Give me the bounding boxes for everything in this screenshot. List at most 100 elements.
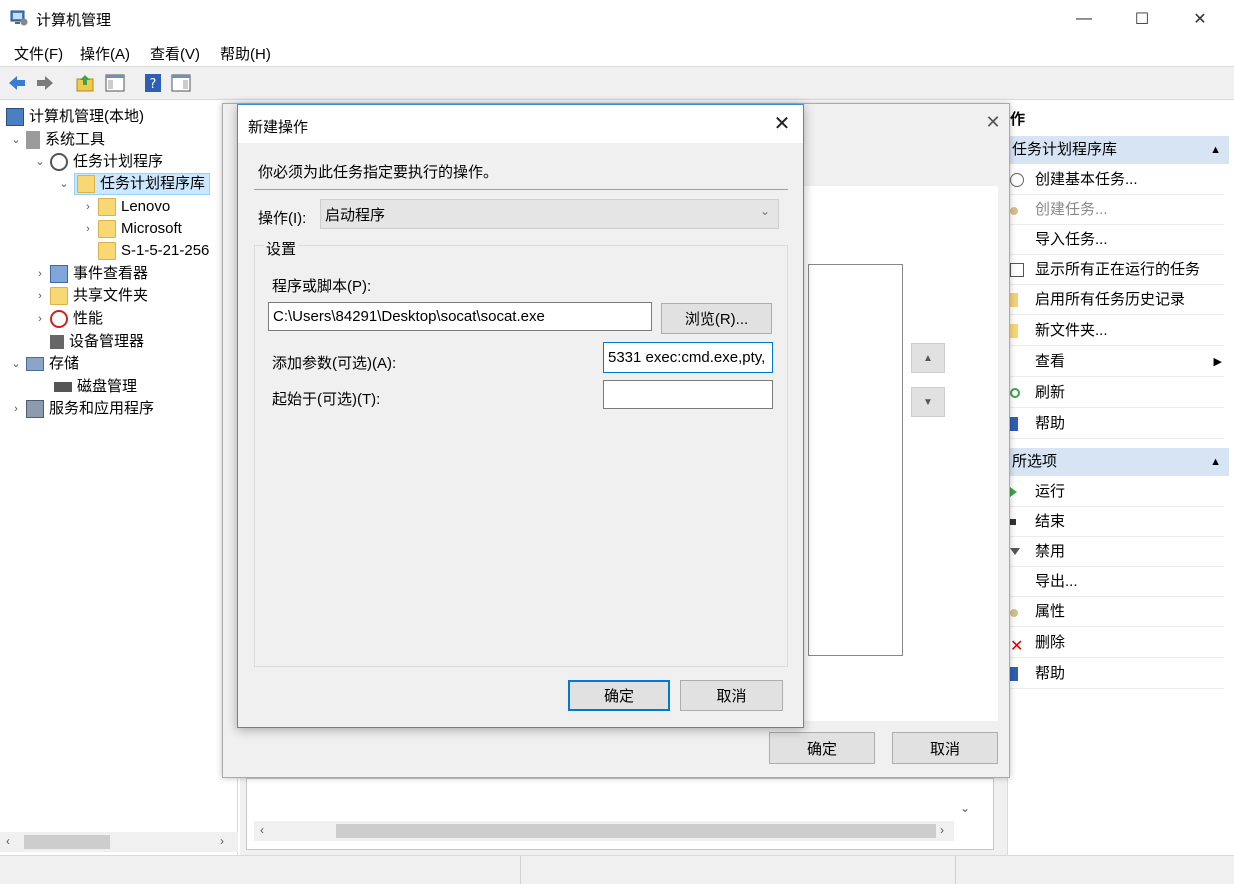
minimize-button[interactable]: —	[1061, 0, 1107, 38]
tree-item-task-library-row[interactable]: ⌄ 任务计划程序库	[58, 173, 211, 195]
chevron-right-icon[interactable]: ›	[34, 263, 46, 285]
menu-file[interactable]: 文件(F)	[14, 43, 63, 64]
action-help[interactable]: 帮助	[1008, 409, 1224, 439]
chevron-down-icon[interactable]: ⌄	[34, 151, 46, 173]
action-show-running-tasks[interactable]: 显示所有正在运行的任务	[1008, 255, 1224, 285]
tree-item-device-manager[interactable]: 设备管理器	[50, 331, 144, 353]
outer-cancel-button[interactable]: 取消	[892, 732, 998, 764]
outer-ok-button[interactable]: 确定	[769, 732, 875, 764]
collapse-up-icon[interactable]: ▲	[1210, 136, 1221, 164]
chevron-right-icon[interactable]: ›	[82, 196, 94, 218]
action-import-task[interactable]: 导入任务...	[1008, 225, 1224, 255]
chevron-right-icon[interactable]: ›	[34, 285, 46, 307]
chevron-right-icon[interactable]: ›	[10, 398, 22, 420]
tree-item-label: 共享文件夹	[73, 287, 149, 304]
computer-management-icon	[10, 10, 28, 26]
tree-item-event-viewer[interactable]: › 事件查看器	[34, 263, 148, 285]
tools-icon	[26, 131, 40, 149]
forward-arrow-icon[interactable]	[34, 72, 56, 94]
scroll-left-icon[interactable]: ‹	[260, 823, 264, 837]
tree-item-system-tools[interactable]: ⌄ 系统工具	[10, 129, 105, 151]
tree-item-label: 性能	[73, 310, 104, 327]
close-icon[interactable]: ✕	[768, 111, 796, 139]
tree-item-task-scheduler[interactable]: ⌄ 任务计划程序	[34, 151, 163, 173]
computer-management-icon	[6, 108, 24, 126]
tree-item-computer-management[interactable]: 计算机管理(本地)	[6, 106, 144, 128]
chevron-down-icon[interactable]: ⌄	[58, 173, 70, 195]
tree-item-lenovo[interactable]: › Lenovo	[82, 196, 170, 218]
help-icon[interactable]: ?	[142, 72, 164, 94]
up-folder-icon[interactable]	[74, 72, 96, 94]
action-new-folder[interactable]: 新文件夹...	[1008, 316, 1224, 346]
action-disable[interactable]: 禁用	[1008, 537, 1224, 567]
collapse-up-icon[interactable]: ▲	[1210, 448, 1221, 476]
menu-view[interactable]: 查看(V)	[150, 43, 200, 64]
scrollbar-thumb[interactable]	[24, 835, 110, 849]
actions-section-task-library[interactable]: 任务计划程序库 ▲	[1008, 136, 1229, 164]
actions-header: 作	[1010, 111, 1026, 128]
menu-help[interactable]: 帮助(H)	[220, 43, 271, 64]
action-enable-history[interactable]: 启用所有任务历史记录	[1008, 285, 1224, 315]
start-in-input[interactable]	[603, 380, 773, 409]
scrollbar-thumb[interactable]	[336, 824, 936, 838]
back-arrow-icon[interactable]	[6, 72, 28, 94]
program-input[interactable]: C:\Users\84291\Desktop\socat\socat.exe	[268, 302, 652, 331]
tree-item-sid-folder[interactable]: S-1-5-21-256	[98, 240, 209, 262]
start-in-label: 起始于(可选)(T):	[272, 391, 381, 408]
chevron-down-icon[interactable]: ⌄	[960, 801, 970, 815]
scroll-left-icon[interactable]: ‹	[6, 834, 10, 848]
action-export[interactable]: 导出...	[1008, 567, 1224, 597]
args-input[interactable]: 5331 exec:cmd.exe,pty,	[603, 342, 773, 373]
tree-item-task-library[interactable]: 任务计划程序库	[74, 173, 211, 195]
action-refresh[interactable]: 刷新	[1008, 378, 1224, 408]
chevron-right-icon[interactable]: ›	[82, 218, 94, 240]
chevron-down-icon[interactable]: ⌄	[10, 129, 22, 151]
instruction-text: 你必须为此任务指定要执行的操作。	[258, 164, 499, 181]
cancel-button[interactable]: 取消	[680, 680, 783, 711]
chevron-right-icon[interactable]: ›	[34, 308, 46, 330]
action-create-task[interactable]: 创建任务...	[1008, 195, 1224, 225]
actions-list[interactable]	[808, 264, 903, 656]
action-pane-icon[interactable]	[170, 72, 192, 94]
action-run[interactable]: 运行	[1008, 477, 1224, 507]
maximize-button[interactable]: ☐	[1119, 0, 1165, 38]
move-down-button[interactable]: ▼	[911, 387, 945, 417]
tree-item-performance[interactable]: › 性能	[34, 308, 103, 330]
scroll-right-icon[interactable]: ›	[940, 823, 944, 837]
menu-action[interactable]: 操作(A)	[80, 43, 130, 64]
program-label: 程序或脚本(P):	[272, 278, 372, 295]
move-up-button[interactable]: ▲	[911, 343, 945, 373]
scroll-right-icon[interactable]: ›	[220, 834, 224, 848]
create-task-icon	[1010, 207, 1018, 215]
tree-item-shared-folders[interactable]: › 共享文件夹	[34, 285, 148, 307]
action-view[interactable]: 查看 ▶	[1008, 347, 1224, 377]
chevron-down-icon: ⌄	[759, 204, 770, 218]
action-help-selected[interactable]: 帮助	[1008, 659, 1224, 689]
chevron-down-icon[interactable]: ⌄	[10, 353, 22, 375]
tree-item-storage[interactable]: ⌄ 存储	[10, 353, 79, 375]
action-create-basic-task[interactable]: 创建基本任务...	[1008, 165, 1224, 195]
new-action-dialog: 新建操作 ✕ 你必须为此任务指定要执行的操作。 操作(I): 启动程序 ⌄ 设置…	[237, 104, 804, 728]
tree-item-label: S-1-5-21-256	[121, 242, 210, 259]
tree-item-label: 系统工具	[45, 131, 106, 148]
new-folder-icon	[1010, 324, 1018, 338]
close-icon[interactable]: ✕	[981, 112, 1005, 136]
storage-icon	[26, 357, 44, 371]
ok-button[interactable]: 确定	[568, 680, 670, 711]
tree-horizontal-scrollbar[interactable]: ‹ ›	[0, 832, 238, 852]
tree-item-services-apps[interactable]: › 服务和应用程序	[10, 398, 154, 420]
tree-item-disk-management[interactable]: 磁盘管理	[54, 376, 137, 398]
actions-section-selected-item[interactable]: 所选项 ▲	[1008, 448, 1229, 476]
action-end[interactable]: 结束	[1008, 507, 1224, 537]
action-delete[interactable]: ✕ 删除	[1008, 628, 1224, 658]
create-basic-task-icon	[1010, 173, 1024, 187]
tree-item-label: Microsoft	[121, 220, 182, 237]
browse-button[interactable]: 浏览(R)...	[661, 303, 772, 334]
close-button[interactable]: ✕	[1177, 0, 1223, 38]
center-horizontal-scrollbar[interactable]: ‹ ›	[254, 821, 954, 841]
dialog-title: 新建操作	[248, 119, 309, 136]
action-select[interactable]: 启动程序 ⌄	[320, 199, 779, 229]
tree-item-microsoft[interactable]: › Microsoft	[82, 218, 182, 240]
action-properties[interactable]: 属性	[1008, 597, 1224, 627]
console-tree-icon[interactable]	[104, 72, 126, 94]
